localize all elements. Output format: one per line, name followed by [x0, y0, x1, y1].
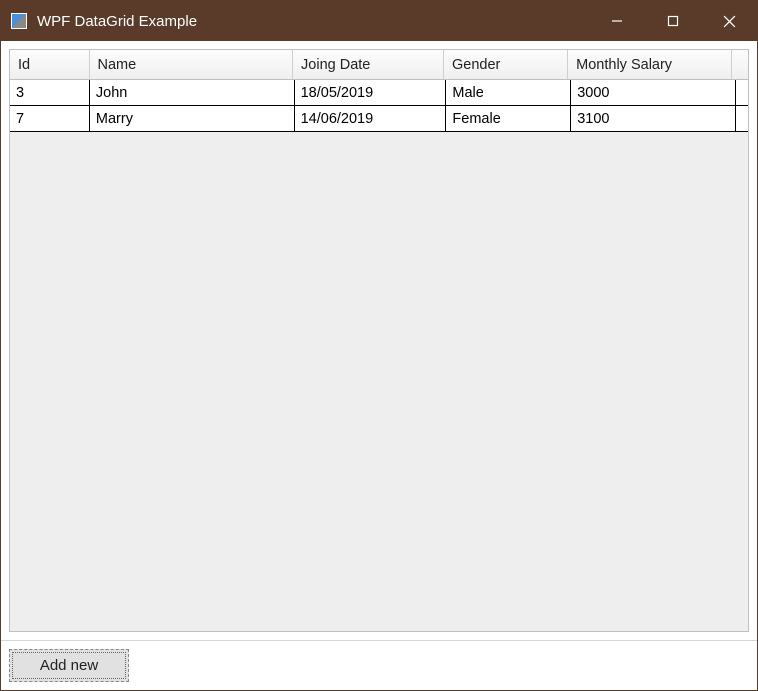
- cell-spacer: [736, 106, 748, 131]
- close-icon: [723, 15, 736, 28]
- table-row[interactable]: 7 Marry 14/06/2019 Female 3100: [10, 106, 748, 132]
- cell-spacer: [736, 80, 748, 105]
- column-header-salary[interactable]: Monthly Salary: [568, 50, 732, 79]
- cell-id[interactable]: 3: [10, 80, 90, 105]
- cell-date[interactable]: 14/06/2019: [295, 106, 447, 131]
- grid-container: Id Name Joing Date Gender Monthly Salary…: [1, 41, 757, 640]
- add-new-button[interactable]: Add new: [9, 649, 129, 682]
- app-icon: [11, 13, 27, 29]
- cell-id[interactable]: 7: [10, 106, 90, 131]
- column-header-id[interactable]: Id: [10, 50, 90, 79]
- window-title: WPF DataGrid Example: [37, 13, 589, 30]
- datagrid-header: Id Name Joing Date Gender Monthly Salary: [10, 50, 748, 80]
- minimize-icon: [611, 15, 623, 27]
- button-bar: Add new: [1, 640, 757, 690]
- cell-date[interactable]: 18/05/2019: [295, 80, 447, 105]
- column-header-gender[interactable]: Gender: [444, 50, 568, 79]
- window-controls: [589, 1, 757, 41]
- content-area: Id Name Joing Date Gender Monthly Salary…: [1, 41, 757, 690]
- maximize-button[interactable]: [645, 1, 701, 41]
- minimize-button[interactable]: [589, 1, 645, 41]
- cell-name[interactable]: John: [90, 80, 295, 105]
- datagrid[interactable]: Id Name Joing Date Gender Monthly Salary…: [9, 49, 749, 632]
- column-header-name[interactable]: Name: [90, 50, 294, 79]
- table-row[interactable]: 3 John 18/05/2019 Male 3000: [10, 80, 748, 106]
- cell-gender[interactable]: Male: [446, 80, 571, 105]
- cell-name[interactable]: Marry: [90, 106, 295, 131]
- titlebar[interactable]: WPF DataGrid Example: [1, 1, 757, 41]
- column-header-spacer: [732, 50, 748, 79]
- cell-gender[interactable]: Female: [446, 106, 571, 131]
- cell-salary[interactable]: 3000: [571, 80, 736, 105]
- close-button[interactable]: [701, 1, 757, 41]
- column-header-date[interactable]: Joing Date: [293, 50, 444, 79]
- datagrid-body: 3 John 18/05/2019 Male 3000 7 Marry 14/0…: [10, 80, 748, 631]
- cell-salary[interactable]: 3100: [571, 106, 736, 131]
- app-window: WPF DataGrid Example Id Name Joing Date …: [0, 0, 758, 691]
- maximize-icon: [667, 15, 679, 27]
